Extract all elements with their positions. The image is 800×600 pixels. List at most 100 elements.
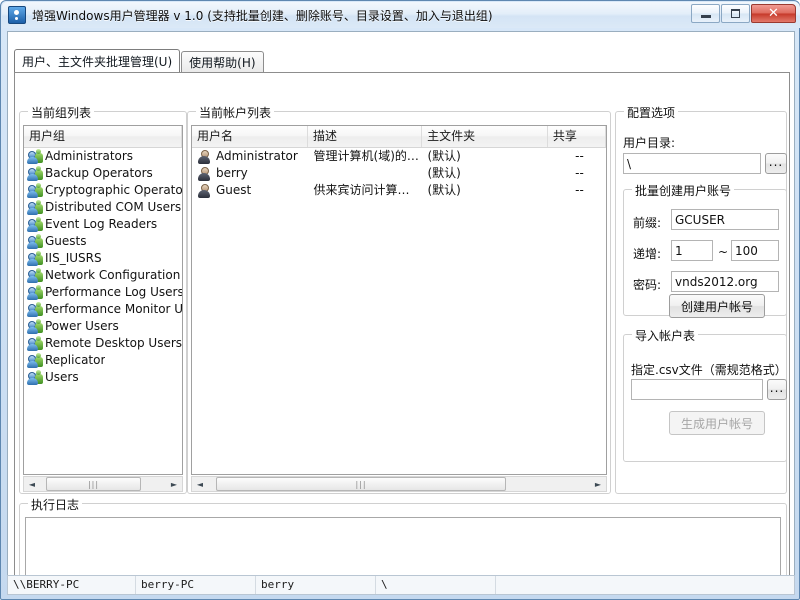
account-cell-home-folder: (默认) — [427, 183, 461, 197]
title-bar: 增强Windows用户管理器 v 1.0 (支持批量创建、删除账号、目录设置、加… — [2, 2, 800, 28]
account-cell-share: -- — [575, 149, 584, 163]
accounts-horizontal-scrollbar[interactable]: ◄ ||| ► — [191, 476, 607, 492]
increment-from-input[interactable]: 1 — [671, 240, 713, 261]
accounts-column-header-share[interactable]: 共享 — [548, 126, 606, 147]
group-list-item-label: Backup Operators — [45, 166, 153, 180]
increment-to-input[interactable]: 100 — [731, 240, 779, 261]
user-group-icon — [27, 301, 43, 317]
close-icon: ✕ — [768, 6, 779, 21]
group-list-item-label: Network Configuration Ope — [45, 268, 182, 282]
user-group-icon — [27, 182, 43, 198]
groups-scroll-track[interactable]: ||| — [40, 477, 166, 491]
accounts-scroll-left-icon[interactable]: ◄ — [192, 477, 208, 491]
account-cell-username: Guest — [216, 183, 252, 197]
group-list-item[interactable]: Cryptographic Operators — [24, 182, 182, 199]
group-list-item-label: Guests — [45, 234, 87, 248]
accounts-listview[interactable]: 用户名 描述 主文件夹 共享 Administrator 管理计算机(域)的… (默认) -… — [191, 125, 607, 475]
user-group-icon — [27, 284, 43, 300]
label-csv-file: 指定.csv文件（需规范格式） — [631, 363, 787, 377]
user-group-icon — [27, 199, 43, 215]
group-list-item[interactable]: Network Configuration Ope — [24, 267, 182, 284]
groupbox-title-execution-log: 执行日志 — [28, 496, 83, 513]
account-list-item[interactable]: berry (默认) -- — [192, 165, 606, 182]
user-account-icon — [197, 166, 211, 181]
tab-label-help: 使用帮助(H) — [189, 56, 256, 70]
increment-separator: ~ — [718, 245, 729, 259]
account-cell-home-folder: (默认) — [427, 166, 461, 180]
close-button[interactable]: ✕ — [751, 4, 796, 23]
status-panel-4: \ — [376, 576, 496, 594]
group-list-item[interactable]: Performance Monitor Users — [24, 301, 182, 318]
accounts-scroll-thumb[interactable]: ||| — [216, 477, 506, 491]
accounts-column-header-username[interactable]: 用户名 — [192, 126, 309, 147]
status-panel-1: \\BERRY-PC — [8, 576, 136, 594]
user-account-icon — [197, 149, 211, 164]
accounts-column-header-description[interactable]: 描述 — [308, 126, 423, 147]
user-group-icon — [27, 352, 43, 368]
user-group-icon — [27, 233, 43, 249]
group-list-item[interactable]: Remote Desktop Users — [24, 335, 182, 352]
csv-file-browse-button[interactable]: ... — [767, 379, 787, 400]
execution-log-textarea[interactable] — [25, 517, 781, 579]
user-group-icon — [27, 318, 43, 334]
window-title: 增强Windows用户管理器 v 1.0 (支持批量创建、删除账号、目录设置、加… — [32, 8, 493, 23]
groups-scroll-thumb[interactable]: ||| — [46, 477, 141, 491]
groups-scroll-right-icon[interactable]: ► — [166, 477, 182, 491]
group-list-item[interactable]: Power Users — [24, 318, 182, 335]
label-prefix: 前缀: — [633, 216, 662, 230]
accounts-scroll-track[interactable]: ||| — [208, 477, 590, 491]
account-cell-username: berry — [216, 166, 248, 180]
user-directory-input[interactable]: \ — [623, 153, 761, 174]
account-cell-share: -- — [575, 183, 584, 197]
group-list-item-label: Remote Desktop Users — [45, 336, 182, 350]
group-list-item[interactable]: Event Log Readers — [24, 216, 182, 233]
groups-listview[interactable]: 用户组 Administrators Backup Operators Crypto… — [23, 125, 183, 475]
application-window: 增强Windows用户管理器 v 1.0 (支持批量创建、删除账号、目录设置、加… — [0, 0, 800, 600]
tab-user-folder-management[interactable]: 用户、主文件夹批理管理(U) — [14, 49, 181, 72]
groupbox-title-import-accounts: 导入帐户表 — [632, 327, 699, 344]
account-list-item[interactable]: Administrator 管理计算机(域)的… (默认) -- — [192, 148, 606, 165]
user-account-icon — [197, 183, 211, 198]
group-list-item[interactable]: Performance Log Users — [24, 284, 182, 301]
user-group-icon — [27, 148, 43, 164]
app-icon — [8, 6, 26, 24]
minimize-icon — [700, 15, 711, 18]
groups-scroll-left-icon[interactable]: ◄ — [24, 477, 40, 491]
group-list-item[interactable]: Administrators — [24, 148, 182, 165]
status-panel-2: berry-PC — [136, 576, 256, 594]
groupbox-title-batch-create: 批量创建用户账号 — [632, 182, 735, 199]
tab-strip: 用户、主文件夹批理管理(U) 使用帮助(H) — [14, 49, 265, 72]
csv-file-input[interactable] — [631, 379, 763, 400]
status-panel-5 — [496, 576, 792, 594]
user-group-icon — [27, 165, 43, 181]
user-directory-browse-button[interactable]: ... — [765, 153, 787, 174]
group-list-item[interactable]: IIS_IUSRS — [24, 250, 182, 267]
tab-help[interactable]: 使用帮助(H) — [181, 51, 264, 72]
accounts-scroll-right-icon[interactable]: ► — [590, 477, 606, 491]
account-cell-description: 供来宾访问计算… — [313, 183, 410, 197]
maximize-icon — [731, 9, 740, 18]
generate-account-button[interactable]: 生成用户帐号 — [669, 411, 765, 435]
account-cell-username: Administrator — [216, 149, 298, 163]
maximize-button[interactable] — [721, 4, 750, 23]
accounts-column-header-home-folder[interactable]: 主文件夹 — [422, 126, 548, 147]
account-list-item[interactable]: Guest 供来宾访问计算… (默认) -- — [192, 182, 606, 199]
group-list-item[interactable]: Users — [24, 369, 182, 386]
group-list-item-label: Administrators — [45, 149, 134, 163]
group-list-item-label: Cryptographic Operators — [45, 183, 182, 197]
group-list-item-label: Performance Log Users — [45, 285, 182, 299]
group-list-item[interactable]: Guests — [24, 233, 182, 250]
create-account-button[interactable]: 创建用户帐号 — [669, 294, 765, 318]
prefix-input[interactable]: GCUSER — [671, 209, 779, 230]
client-area: 用户、主文件夹批理管理(U) 使用帮助(H) 当前组列表 用户组 Adminis… — [7, 31, 795, 595]
groups-column-header-usergroup[interactable]: 用户组 — [24, 126, 182, 147]
group-list-item[interactable]: Replicator — [24, 352, 182, 369]
group-list-item[interactable]: Backup Operators — [24, 165, 182, 182]
group-list-item-label: Event Log Readers — [45, 217, 158, 231]
group-list-item[interactable]: Distributed COM Users — [24, 199, 182, 216]
groups-horizontal-scrollbar[interactable]: ◄ ||| ► — [23, 476, 183, 492]
group-list-item-label: Performance Monitor Users — [45, 302, 182, 316]
minimize-button[interactable] — [691, 4, 720, 23]
password-input[interactable]: vnds2012.org — [671, 271, 779, 292]
groups-listview-body: Administrators Backup Operators Cryptograp… — [24, 148, 182, 386]
